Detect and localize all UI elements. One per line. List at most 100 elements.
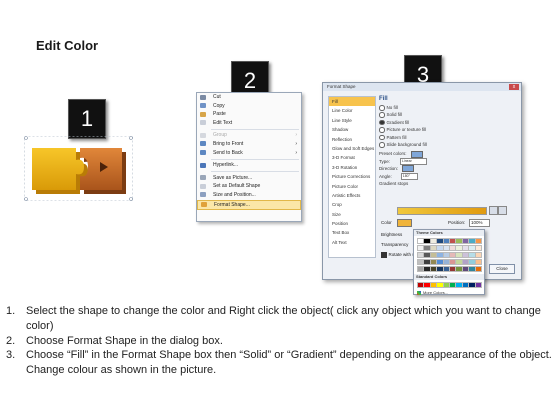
color-palette-popup: Theme Colors Standard Colors More Colors…	[413, 229, 485, 295]
menu-item-edit-text[interactable]: Edit Text	[197, 119, 301, 128]
menu-item-hyperlink[interactable]: Hyperlink...	[197, 161, 301, 170]
step-badge-1: 1	[68, 99, 106, 139]
menu-divider	[211, 158, 299, 160]
category-line-style[interactable]: Line Style	[329, 116, 375, 125]
save-picture-icon	[200, 175, 206, 181]
instruction-2: 2. Choose Format Shape in the dialog box.	[6, 334, 223, 347]
color-picker-button[interactable]	[397, 219, 412, 227]
radio-solid-fill[interactable]: Solid fill	[379, 111, 515, 118]
color-swatch[interactable]	[474, 266, 482, 272]
category-picture-color[interactable]: Picture Color	[329, 182, 375, 191]
format-shape-icon	[201, 202, 207, 208]
category-size[interactable]: Size	[329, 210, 375, 219]
position-label: Position:	[448, 220, 466, 225]
radio-icon	[379, 112, 385, 118]
brightness-label: Brightness	[381, 232, 403, 237]
preset-colors-dropdown[interactable]	[410, 150, 423, 158]
category-fill[interactable]: Fill	[329, 97, 375, 107]
color-wheel-icon	[417, 290, 421, 295]
gradient-stops-bar[interactable]	[397, 207, 487, 215]
menu-item-format-shape[interactable]: Format Shape...	[197, 199, 301, 211]
category-3d-format[interactable]: 3-D Format	[329, 153, 375, 162]
radio-pattern-fill[interactable]: Pattern fill	[379, 134, 515, 141]
direction-row: Direction:	[379, 165, 515, 173]
radio-icon	[379, 119, 385, 126]
menu-item-size-position[interactable]: Size and Position...	[197, 191, 301, 200]
checkbox-icon	[381, 252, 387, 258]
send-back-icon	[200, 150, 206, 156]
submenu-arrow-icon: ›	[295, 140, 297, 147]
dialog-close-button[interactable]: x	[509, 84, 519, 90]
color-swatch[interactable]	[474, 252, 482, 258]
fill-heading: Fill	[379, 96, 388, 102]
type-dropdown[interactable]: Linear	[400, 158, 428, 166]
menu-divider	[211, 128, 299, 130]
category-glow[interactable]: Glow and Soft Edges	[329, 144, 375, 153]
menu-divider	[211, 171, 299, 173]
radio-picture-fill[interactable]: Picture or texture fill	[379, 126, 515, 133]
add-stop-icon[interactable]	[489, 206, 498, 215]
category-crop[interactable]: Crop	[329, 200, 375, 209]
color-swatch[interactable]	[474, 245, 482, 251]
menu-item-group: Group ›	[197, 131, 301, 140]
menu-item-cut[interactable]: Cut	[197, 93, 301, 102]
menu-item-send-to-back[interactable]: Send to Back ›	[197, 149, 301, 158]
category-text-box[interactable]: Text Box	[329, 228, 375, 237]
category-alt-text[interactable]: Alt Text	[329, 238, 375, 247]
category-line-color[interactable]: Line Color	[329, 106, 375, 115]
dialog-title: Format Shape	[323, 83, 521, 91]
color-swatch[interactable]	[474, 238, 482, 244]
submenu-arrow-icon: ›	[295, 132, 297, 139]
color-swatch[interactable]	[474, 282, 482, 288]
gradient-stops-label: Gradient stops	[379, 180, 409, 186]
theme-colors-grid	[414, 236, 484, 274]
color-label: Color	[381, 220, 392, 225]
scissors-icon	[200, 94, 206, 100]
radio-slide-background-fill[interactable]: Slide background fill	[379, 141, 515, 148]
menu-item-bring-to-front[interactable]: Bring to Front ›	[197, 140, 301, 149]
remove-stop-icon[interactable]	[498, 206, 507, 215]
puzzle-shape[interactable]	[24, 136, 134, 202]
category-artistic-effects[interactable]: Artistic Effects	[329, 191, 375, 200]
radio-icon	[379, 142, 385, 148]
radio-gradient-fill[interactable]: Gradient fill	[379, 119, 515, 126]
position-input[interactable]: 100%	[469, 219, 490, 227]
angle-input[interactable]: 180°	[400, 172, 418, 180]
instructions: 1. Select the shape to change the color a…	[6, 304, 554, 378]
radio-icon	[379, 105, 385, 111]
category-position[interactable]: Position	[329, 219, 375, 228]
transparency-label: Transparency	[381, 242, 409, 247]
size-position-icon	[200, 192, 206, 198]
category-reflection[interactable]: Reflection	[329, 135, 375, 144]
color-swatch[interactable]	[474, 259, 482, 265]
type-row: Type: Linear	[379, 158, 515, 166]
category-3d-rotation[interactable]: 3-D Rotation	[329, 163, 375, 172]
standard-colors-grid	[414, 280, 484, 290]
slide-title: Edit Color	[36, 38, 99, 53]
submenu-arrow-icon: ›	[295, 149, 297, 156]
context-menu: Cut Copy Paste Edit Text Group › Bring to…	[196, 92, 302, 222]
group-icon	[200, 132, 206, 138]
radio-icon	[379, 134, 385, 141]
close-button[interactable]: Close	[489, 264, 515, 274]
menu-item-copy[interactable]: Copy	[197, 102, 301, 111]
menu-item-set-default-shape[interactable]: Set as Default Shape	[197, 182, 301, 191]
category-list: Fill Line Color Line Style Shadow Reflec…	[328, 96, 376, 258]
edit-text-icon	[200, 120, 206, 126]
angle-row: Angle: 180°	[379, 172, 515, 180]
instruction-1: 1. Select the shape to change the color a…	[6, 305, 541, 332]
default-shape-icon	[200, 183, 206, 189]
instruction-3: 3. Choose “Fill” in the Format Shape box …	[6, 349, 552, 377]
bring-front-icon	[200, 141, 206, 147]
paste-icon	[200, 111, 206, 117]
category-shadow[interactable]: Shadow	[329, 125, 375, 134]
preset-colors-row: Preset colors:	[379, 150, 515, 158]
menu-item-paste[interactable]: Paste	[197, 110, 301, 119]
more-colors-link[interactable]: More Colors...	[414, 290, 484, 296]
direction-dropdown[interactable]	[402, 165, 415, 173]
menu-item-save-as-picture[interactable]: Save as Picture...	[197, 174, 301, 183]
copy-icon	[200, 103, 206, 109]
category-picture-corrections[interactable]: Picture Corrections	[329, 172, 375, 181]
radio-icon	[379, 127, 385, 133]
radio-no-fill[interactable]: No fill	[379, 104, 515, 111]
